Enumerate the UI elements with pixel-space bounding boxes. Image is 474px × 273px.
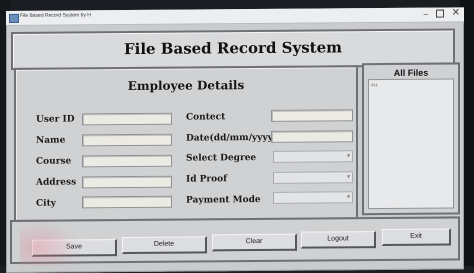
date-input[interactable] bbox=[271, 130, 353, 143]
button-bar: Save Delete Clear Logout Exit bbox=[10, 216, 460, 264]
app-window: File Based Record System by H – ✕ File B… bbox=[6, 7, 464, 273]
contact-label: Contect bbox=[186, 112, 226, 123]
files-listbox[interactable]: ALL bbox=[368, 78, 454, 210]
name-input[interactable] bbox=[82, 133, 172, 147]
section-title: Employee Details bbox=[127, 78, 245, 94]
exit-button[interactable]: Exit bbox=[382, 228, 451, 247]
course-input[interactable] bbox=[82, 154, 172, 168]
list-item[interactable]: ALL bbox=[371, 82, 378, 87]
app-icon bbox=[9, 13, 19, 23]
user-id-label: User ID bbox=[36, 114, 75, 125]
date-label: Date(dd/mm/yyyy) bbox=[186, 132, 278, 144]
logout-button[interactable]: Logout bbox=[301, 231, 376, 249]
close-button[interactable]: ✕ bbox=[452, 7, 460, 18]
user-id-input[interactable] bbox=[82, 112, 172, 126]
all-files-panel: All Files ALL bbox=[362, 62, 460, 216]
address-input[interactable] bbox=[82, 175, 172, 189]
address-label: Address bbox=[36, 177, 77, 188]
title-bar: File Based Record System by H – ✕ bbox=[6, 7, 464, 27]
employee-details-panel: Employee Details User ID Name Course Add… bbox=[14, 65, 358, 222]
city-input[interactable] bbox=[82, 195, 172, 209]
app-title: File Based Record System bbox=[123, 38, 342, 59]
delete-button[interactable]: Delete bbox=[122, 236, 207, 255]
name-label: Name bbox=[36, 135, 66, 146]
maximize-button[interactable] bbox=[436, 9, 444, 18]
degree-dropdown[interactable]: ▾ bbox=[273, 150, 353, 163]
select-degree-label: Select Degree bbox=[186, 153, 257, 164]
minimize-button[interactable]: – bbox=[424, 10, 428, 19]
clear-button[interactable]: Clear bbox=[212, 233, 297, 252]
payment-mode-label: Payment Mode bbox=[186, 194, 261, 206]
chevron-down-icon: ▾ bbox=[346, 194, 350, 201]
chevron-down-icon: ▾ bbox=[346, 174, 350, 181]
payment-mode-dropdown[interactable]: ▾ bbox=[273, 191, 353, 204]
save-button[interactable]: Save bbox=[32, 239, 117, 257]
id-proof-label: Id Proof bbox=[186, 174, 228, 185]
city-label: City bbox=[36, 198, 56, 209]
contact-input[interactable] bbox=[271, 109, 353, 122]
chevron-down-icon: ▾ bbox=[346, 153, 350, 160]
course-label: Course bbox=[36, 156, 72, 167]
all-files-title: All Files bbox=[393, 67, 429, 78]
id-proof-dropdown[interactable]: ▾ bbox=[273, 171, 353, 184]
window-title: File Based Record System by H bbox=[20, 12, 91, 19]
